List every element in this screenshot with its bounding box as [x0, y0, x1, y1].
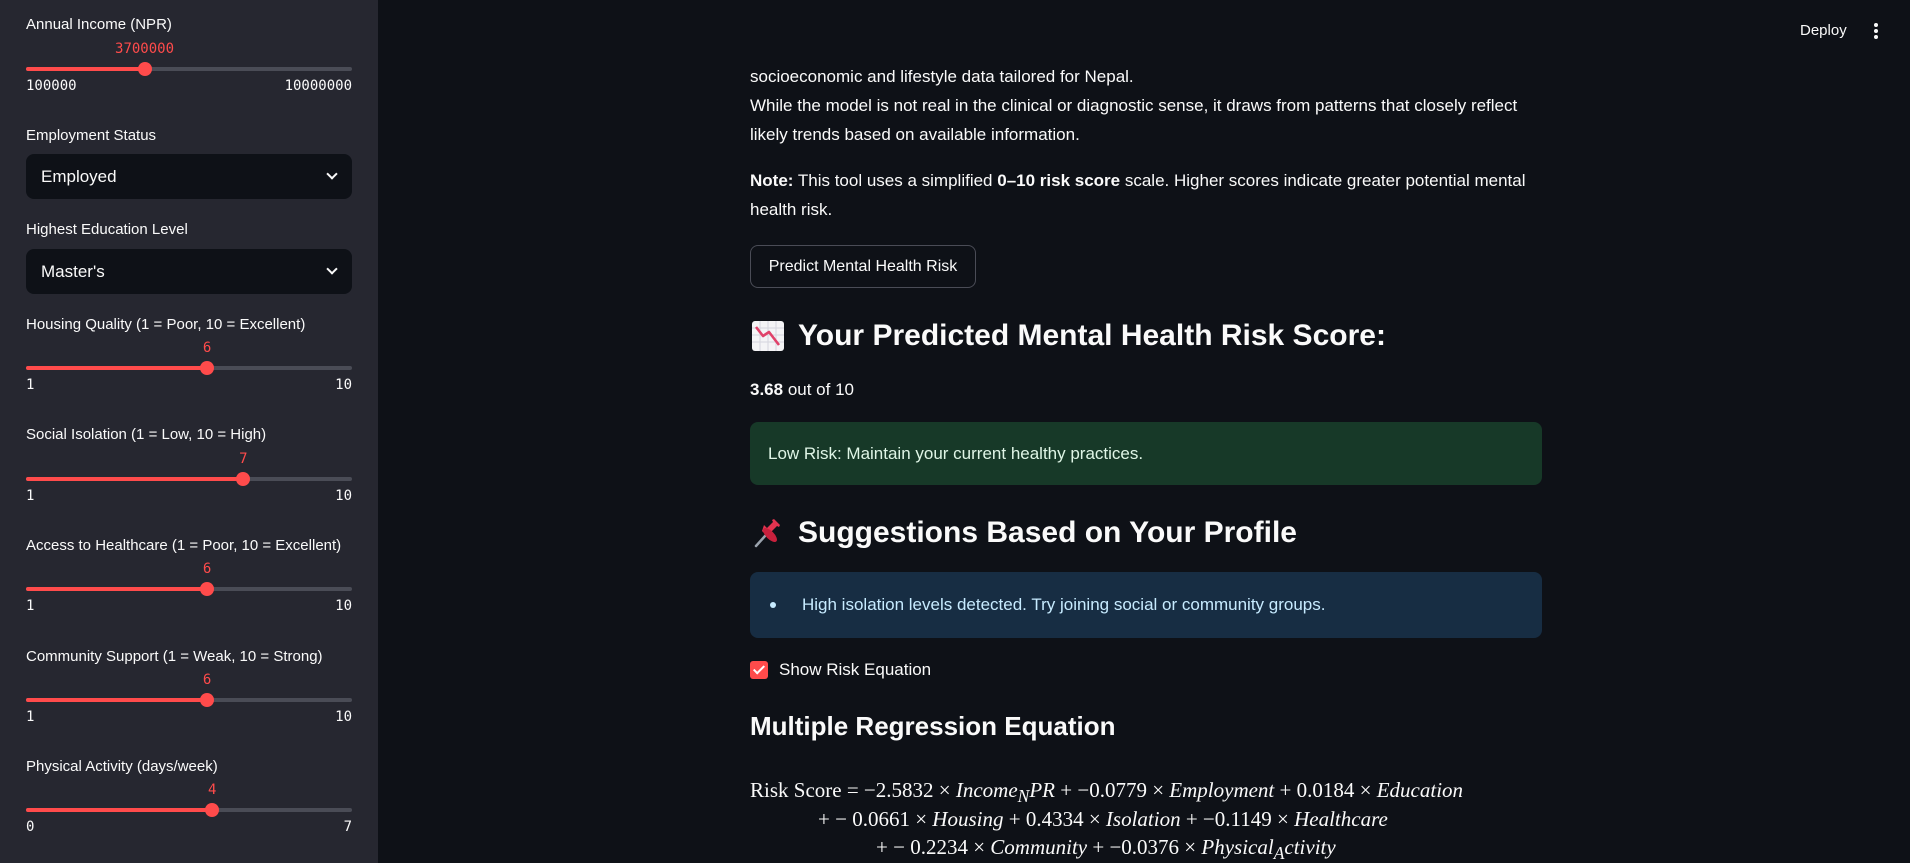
income-label: Annual Income (NPR): [26, 16, 172, 33]
slider-thumb[interactable]: [200, 693, 215, 707]
income-slider[interactable]: 3700000 100000 10000000: [26, 41, 352, 102]
coef-isolation: 0.4334: [1025, 807, 1084, 831]
kebab-menu-icon[interactable]: [1866, 22, 1886, 40]
slider-min: 100000: [26, 78, 77, 94]
slider-value: 4: [208, 782, 217, 798]
slider-max: 7: [343, 819, 352, 835]
community-label: Community Support (1 = Weak, 10 = Strong…: [26, 648, 323, 665]
slider-value: 6: [202, 340, 212, 356]
healthcare-slider[interactable]: 6 1 10: [26, 561, 352, 622]
slider-min: 0: [26, 819, 35, 835]
slider-max: 10: [335, 488, 352, 504]
coef-employment: −0.0779: [1077, 778, 1147, 802]
coef-activity: −0.0376: [1109, 835, 1180, 859]
predict-button[interactable]: Predict Mental Health Risk: [750, 245, 976, 288]
education-select[interactable]: Master's: [26, 249, 352, 294]
equation-heading: Multiple Regression Equation: [750, 711, 1116, 741]
score-heading-text: Your Predicted Mental Health Risk Score:: [798, 319, 1386, 352]
bullet-icon: [770, 602, 776, 608]
coef-income: −2.5832: [863, 778, 934, 802]
chevron-down-icon: [326, 168, 338, 180]
show-equation-checkbox[interactable]: Show Risk Equation: [750, 660, 931, 680]
slider-min: 1: [26, 488, 35, 504]
score-value: 3.68: [750, 380, 784, 399]
suggestions-heading: Suggestions Based on Your Profile: [750, 515, 1297, 551]
score-suffix: out of 10: [783, 380, 854, 399]
education-selected: Master's: [41, 261, 105, 281]
score-heading: Your Predicted Mental Health Risk Score:: [750, 318, 1386, 354]
slider-thumb[interactable]: [200, 361, 215, 375]
equation-line1: Risk Score = −2.5832 × IncomeNPR + −0.07…: [750, 778, 1464, 807]
risk-success-alert: Low Risk: Maintain your current healthy …: [750, 422, 1542, 485]
housing-label: Housing Quality (1 = Poor, 10 = Excellen…: [26, 316, 306, 333]
equation-line3: + − 0.2234 × Community + −0.0376 × Physi…: [876, 835, 1336, 863]
suggestion-info-alert: High isolation levels detected. Try join…: [750, 572, 1542, 638]
score-line: 3.68 out of 10: [750, 375, 854, 404]
slider-thumb[interactable]: [200, 582, 215, 596]
slider-fill: [26, 698, 208, 702]
chart-decreasing-icon: [750, 318, 786, 354]
education-label: Highest Education Level: [26, 221, 188, 238]
slider-max: 10: [335, 709, 352, 725]
equation-line2: + − 0.0661 × Housing + 0.4334 × Isolatio…: [818, 807, 1388, 831]
note-bold: 0–10 risk score: [997, 171, 1121, 190]
slider-value: 6: [202, 672, 212, 688]
note-paragraph: Note: This tool uses a simplified 0–10 r…: [750, 166, 1526, 195]
slider-fill: [26, 67, 145, 71]
risk-message: Low Risk: Maintain your current healthy …: [768, 443, 1144, 463]
slider-fill: [26, 808, 213, 812]
pushpin-icon: [750, 515, 786, 551]
slider-min: 1: [26, 709, 35, 725]
slider-fill: [26, 587, 208, 591]
slider-fill: [26, 477, 244, 481]
note-line2: health risk.: [750, 200, 833, 219]
intro-text-line3: likely trends based on available informa…: [750, 125, 1080, 144]
slider-thumb[interactable]: [236, 472, 251, 486]
coef-housing: 0.0661: [852, 807, 910, 831]
community-slider[interactable]: 6 1 10: [26, 672, 352, 733]
slider-min: 1: [26, 598, 35, 614]
activity-label: Physical Activity (days/week): [26, 758, 218, 775]
equation-lhs: Risk Score: [750, 778, 842, 802]
coef-healthcare: −0.1149: [1202, 807, 1272, 831]
sidebar: Annual Income (NPR) 3700000 100000 10000…: [0, 0, 378, 863]
note-text-a: This tool uses a simplified: [793, 171, 998, 190]
coef-community: 0.2234: [910, 835, 968, 859]
slider-max: 10: [335, 377, 352, 393]
employment-label: Employment Status: [26, 127, 157, 144]
note-text-b: scale. Higher scores indicate greater po…: [1120, 171, 1526, 190]
healthcare-label: Access to Healthcare (1 = Poor, 10 = Exc…: [26, 537, 342, 554]
employment-select[interactable]: Employed: [26, 154, 352, 199]
activity-slider[interactable]: 4 0 7: [26, 782, 352, 843]
suggestion-item: High isolation levels detected. Try join…: [802, 595, 1326, 614]
isolation-slider[interactable]: 7 1 10: [26, 451, 352, 512]
slider-max: 10: [335, 598, 352, 614]
slider-value: 3700000: [115, 41, 175, 57]
intro-text-line2: While the model is not real in the clini…: [750, 96, 1518, 115]
slider-value: 6: [202, 561, 212, 577]
show-equation-label: Show Risk Equation: [779, 660, 932, 679]
checkbox-checked-icon[interactable]: [750, 661, 768, 679]
slider-value: 7: [239, 451, 248, 467]
coef-education: 0.0184: [1296, 778, 1355, 802]
slider-min: 1: [26, 377, 35, 393]
housing-slider[interactable]: 6 1 10: [26, 340, 352, 401]
note-label: Note:: [750, 171, 794, 190]
suggestions-heading-text: Suggestions Based on Your Profile: [798, 516, 1297, 549]
slider-max: 10000000: [284, 78, 352, 94]
deploy-button[interactable]: Deploy: [1800, 22, 1847, 39]
slider-thumb[interactable]: [205, 803, 220, 817]
chevron-down-icon: [326, 263, 338, 275]
intro-text-line1: socioeconomic and lifestyle data tailore…: [750, 67, 1134, 86]
employment-selected: Employed: [41, 166, 117, 186]
slider-thumb[interactable]: [137, 62, 152, 76]
slider-fill: [26, 366, 208, 370]
isolation-label: Social Isolation (1 = Low, 10 = High): [26, 426, 267, 443]
